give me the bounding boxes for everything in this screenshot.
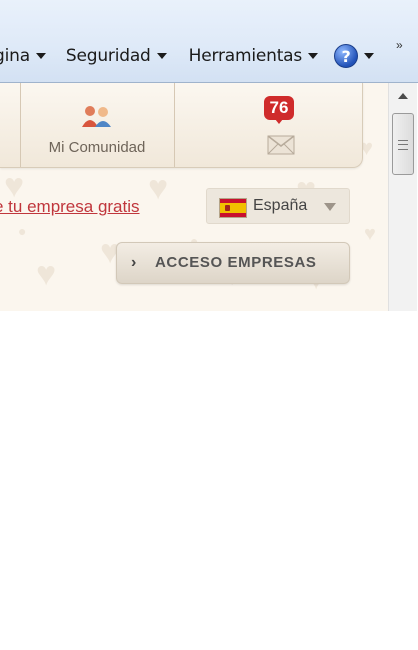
chevron-down-icon	[35, 53, 46, 59]
chevron-right-icon: ›	[131, 254, 137, 271]
acceso-empresas-button[interactable]: › ACCESO EMPRESAS	[116, 242, 350, 284]
register-company-link[interactable]: e tu empresa gratis	[0, 197, 140, 217]
pagina-menu[interactable]: gina	[0, 46, 46, 66]
scroll-up-arrow-icon[interactable]	[389, 83, 417, 109]
country-selector[interactable]: España	[206, 188, 350, 224]
mi-comunidad-link[interactable]: Mi Comunidad	[20, 83, 174, 167]
chevron-down-icon	[364, 53, 375, 59]
ie-command-bar: gina Seguridad Herramientas ? »	[0, 0, 418, 83]
vertical-scrollbar[interactable]	[388, 83, 417, 311]
scrollbar-thumb[interactable]	[392, 113, 414, 175]
mail-icon[interactable]	[267, 135, 295, 155]
chevron-down-icon	[156, 53, 167, 59]
herramientas-menu[interactable]: Herramientas	[188, 46, 319, 66]
command-bar-menus: gina Seguridad Herramientas ?	[0, 44, 375, 68]
chevron-down-icon	[308, 53, 319, 59]
page-content: ♥ ♥ ♥ ♥ ♥ ♥ ♥ ♥ ♥ ♥ ● ● Mi Comunidad 76	[0, 83, 388, 311]
people-icon	[82, 106, 111, 127]
country-selected-value: España	[253, 197, 308, 214]
messages-count-badge[interactable]: 76	[264, 96, 294, 124]
toolbar-overflow-button[interactable]: »	[396, 38, 403, 52]
help-menu[interactable]: ?	[334, 44, 375, 68]
dropdown-arrow-icon	[324, 203, 336, 211]
seguridad-menu[interactable]: Seguridad	[66, 46, 167, 66]
pagina-menu-label: gina	[0, 46, 30, 66]
herramientas-menu-label: Herramientas	[188, 46, 303, 66]
mi-comunidad-label: Mi Comunidad	[48, 139, 146, 156]
acceso-empresas-label: ACCESO EMPRESAS	[155, 254, 317, 271]
spain-flag-icon	[219, 198, 247, 218]
site-nav-bar: Mi Comunidad 76	[0, 83, 363, 168]
help-icon: ?	[334, 44, 359, 68]
nav-divider	[174, 83, 175, 167]
seguridad-menu-label: Seguridad	[65, 46, 151, 66]
